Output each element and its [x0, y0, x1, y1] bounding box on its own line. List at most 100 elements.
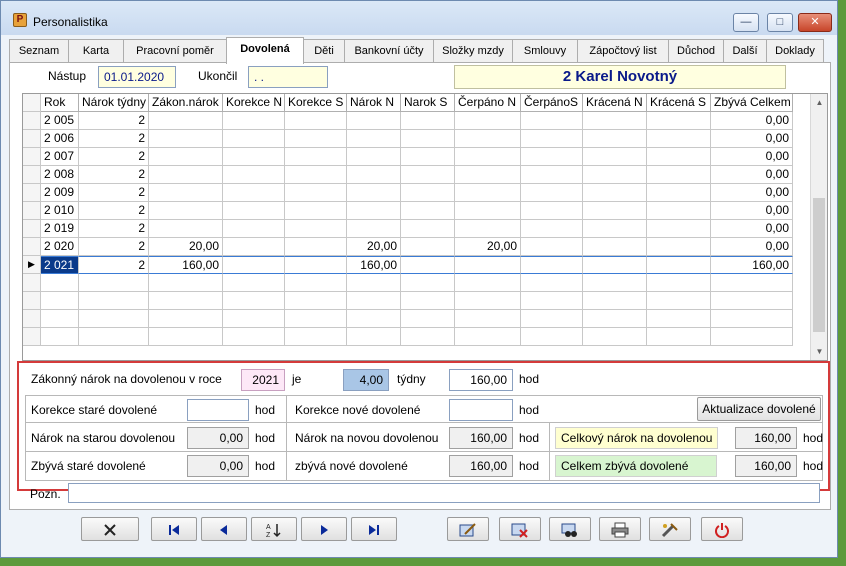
table-cell[interactable] [149, 148, 223, 166]
weeks-field[interactable]: 4,00 [343, 369, 389, 391]
table-cell[interactable]: 2 [79, 130, 149, 148]
table-cell[interactable] [647, 292, 711, 310]
table-cell[interactable] [285, 202, 347, 220]
table-cell[interactable] [521, 130, 583, 148]
first-record-button[interactable] [151, 517, 197, 541]
table-cell[interactable] [583, 166, 647, 184]
table-cell[interactable] [647, 310, 711, 328]
column-header[interactable]: Zbývá Celkem [711, 94, 793, 112]
table-cell[interactable] [149, 310, 223, 328]
table-cell[interactable] [647, 184, 711, 202]
table-cell[interactable]: 2 021 [41, 256, 79, 274]
table-cell[interactable]: 160,00 [149, 256, 223, 274]
table-cell[interactable] [347, 184, 401, 202]
table-cell[interactable] [223, 256, 285, 274]
table-cell[interactable] [583, 220, 647, 238]
column-header[interactable]: Nárok týdny [79, 94, 149, 112]
table-cell[interactable] [401, 184, 455, 202]
table-cell[interactable] [647, 112, 711, 130]
table-cell[interactable]: 2 006 [41, 130, 79, 148]
table-cell[interactable] [401, 256, 455, 274]
table-cell[interactable] [583, 202, 647, 220]
tab-bankovní-účty[interactable]: Bankovní účty [344, 39, 434, 63]
sort-button[interactable]: AZ [251, 517, 297, 541]
table-cell[interactable] [285, 328, 347, 346]
table-cell[interactable]: 2 [79, 112, 149, 130]
table-cell[interactable] [711, 328, 793, 346]
ukoncil-field[interactable]: . . [248, 66, 328, 88]
table-cell[interactable] [285, 130, 347, 148]
power-button[interactable] [701, 517, 743, 541]
table-cell[interactable]: 160,00 [347, 256, 401, 274]
edit-record-button[interactable] [447, 517, 489, 541]
table-cell[interactable] [41, 310, 79, 328]
table-cell[interactable] [401, 112, 455, 130]
tab-smlouvy[interactable]: Smlouvy [512, 39, 578, 63]
zakonny-year-field[interactable]: 2021 [241, 369, 285, 391]
grid-vertical-scrollbar[interactable]: ▲ ▼ [810, 94, 827, 360]
table-cell[interactable]: 0,00 [711, 184, 793, 202]
table-cell[interactable]: 20,00 [149, 238, 223, 256]
column-header[interactable]: Čerpáno N [455, 94, 521, 112]
table-cell[interactable]: 0,00 [711, 166, 793, 184]
row-indicator[interactable] [23, 148, 41, 166]
table-cell[interactable] [223, 292, 285, 310]
table-cell[interactable] [583, 310, 647, 328]
table-cell[interactable]: 2 019 [41, 220, 79, 238]
table-cell[interactable] [521, 112, 583, 130]
table-cell[interactable] [347, 202, 401, 220]
table-cell[interactable] [223, 112, 285, 130]
table-cell[interactable] [455, 328, 521, 346]
table-cell[interactable]: 2 [79, 202, 149, 220]
table-cell[interactable] [401, 328, 455, 346]
table-cell[interactable] [223, 202, 285, 220]
table-cell[interactable] [41, 328, 79, 346]
table-cell[interactable]: 0,00 [711, 238, 793, 256]
tab-dovolená[interactable]: Dovolená [226, 37, 304, 64]
table-cell[interactable] [583, 256, 647, 274]
table-cell[interactable]: 20,00 [455, 238, 521, 256]
table-cell[interactable] [223, 166, 285, 184]
table-cell[interactable]: 2 [79, 238, 149, 256]
tab-zápočtový-list[interactable]: Zápočtový list [577, 39, 669, 63]
table-cell[interactable] [285, 184, 347, 202]
table-cell[interactable] [401, 310, 455, 328]
table-cell[interactable]: 160,00 [711, 256, 793, 274]
table-cell[interactable]: 0,00 [711, 112, 793, 130]
table-cell[interactable]: 2 008 [41, 166, 79, 184]
table-cell[interactable] [223, 310, 285, 328]
table-cell[interactable] [521, 148, 583, 166]
table-cell[interactable] [521, 166, 583, 184]
table-cell[interactable] [401, 220, 455, 238]
column-header[interactable]: Narok S [401, 94, 455, 112]
table-cell[interactable]: 2 [79, 148, 149, 166]
table-cell[interactable] [79, 274, 149, 292]
minimize-button[interactable]: — [733, 13, 759, 32]
table-cell[interactable]: 0,00 [711, 202, 793, 220]
table-cell[interactable]: 2 [79, 184, 149, 202]
table-cell[interactable] [647, 166, 711, 184]
table-cell[interactable] [401, 292, 455, 310]
table-cell[interactable]: 2 [79, 220, 149, 238]
previous-record-button[interactable] [201, 517, 247, 541]
table-cell[interactable] [285, 148, 347, 166]
table-cell[interactable] [521, 220, 583, 238]
table-cell[interactable] [711, 292, 793, 310]
maximize-button[interactable]: □ [767, 13, 793, 32]
table-cell[interactable] [401, 274, 455, 292]
column-header[interactable]: Korekce S [285, 94, 347, 112]
table-cell[interactable] [583, 274, 647, 292]
column-header[interactable]: Krácená S [647, 94, 711, 112]
cancel-button[interactable] [81, 517, 139, 541]
table-cell[interactable] [583, 292, 647, 310]
table-cell[interactable] [149, 166, 223, 184]
table-cell[interactable] [149, 130, 223, 148]
table-cell[interactable] [285, 292, 347, 310]
table-cell[interactable] [223, 130, 285, 148]
table-cell[interactable] [401, 166, 455, 184]
row-indicator[interactable] [23, 328, 41, 346]
table-cell[interactable] [455, 292, 521, 310]
table-cell[interactable] [149, 220, 223, 238]
nastup-field[interactable]: 01.01.2020 [98, 66, 176, 88]
table-cell[interactable]: 0,00 [711, 148, 793, 166]
